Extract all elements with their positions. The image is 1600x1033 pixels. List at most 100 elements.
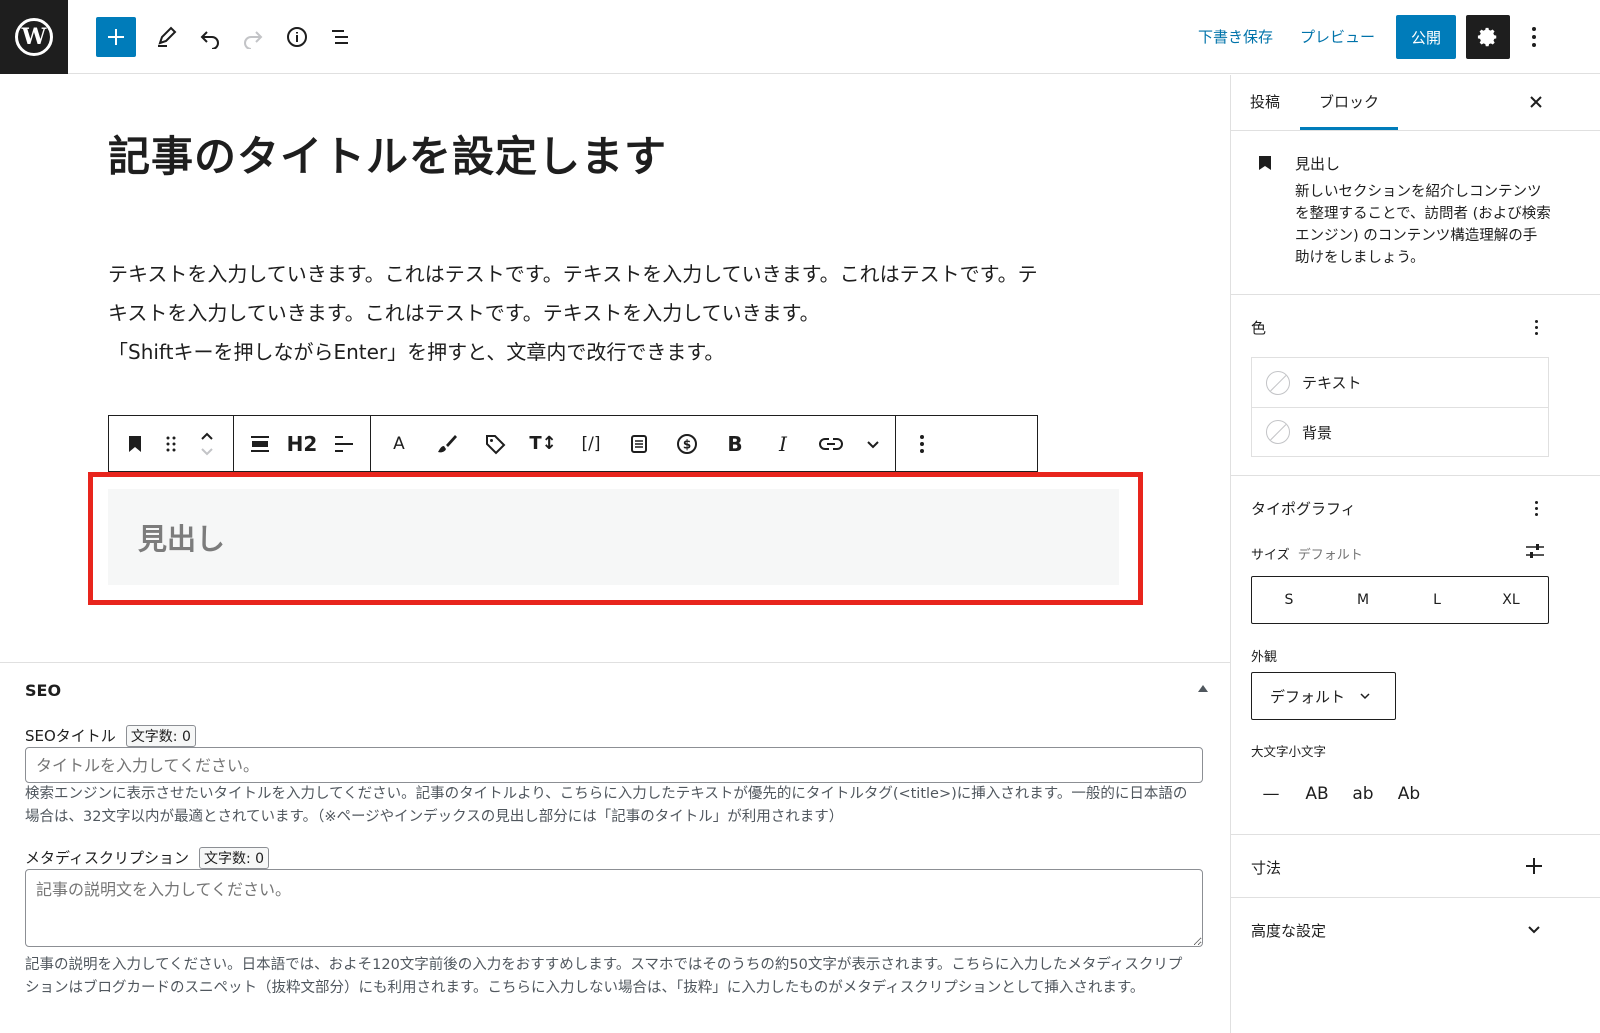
settings-button[interactable]: [1466, 15, 1510, 59]
empty-swatch-icon: [1266, 370, 1290, 395]
heading-block[interactable]: 見出し: [108, 489, 1119, 585]
editor-canvas: 記事のタイトルを設定します テキストを入力していきます。これはテストです。テキス…: [0, 75, 1230, 663]
text-align-button[interactable]: [326, 420, 362, 468]
chevron-down-icon: [867, 440, 879, 448]
chevron-up-down-icon: [201, 432, 213, 455]
redo-button[interactable]: [233, 17, 273, 57]
meta-description-label: メタディスクリプション 文字数: 0: [25, 847, 270, 869]
block-alignment-button[interactable]: [242, 420, 278, 468]
chevron-down-icon: [1528, 926, 1540, 934]
more-formats-button[interactable]: [855, 420, 891, 468]
post-title[interactable]: 記事のタイトルを設定します: [108, 123, 667, 184]
block-inserter-button[interactable]: [96, 17, 136, 57]
typography-panel-title: タイポグラフィ: [1251, 500, 1356, 518]
paragraph-line: テキストを入力していきます。これはテストです。テキストを入力していきます。これは…: [108, 262, 1038, 286]
plus-icon[interactable]: [1525, 857, 1543, 875]
tools-button[interactable]: [146, 17, 186, 57]
case-option-capitalize[interactable]: Ab: [1389, 776, 1429, 812]
meta-description-input[interactable]: [25, 869, 1203, 947]
advanced-panel[interactable]: 高度な設定: [1231, 898, 1600, 962]
paragraph-line: キストを入力していきます。これはテストです。テキストを入力していきます。: [108, 301, 820, 325]
size-option-xl[interactable]: XL: [1474, 577, 1548, 623]
document-icon: [631, 434, 647, 453]
save-draft-button[interactable]: 下書き保存: [1198, 26, 1273, 47]
undo-button[interactable]: [190, 17, 230, 57]
shortcode-button[interactable]: [/]: [567, 420, 615, 468]
font-size-button[interactable]: T↕: [519, 420, 567, 468]
block-type-button[interactable]: [117, 420, 153, 468]
drag-icon: [166, 436, 176, 451]
tab-block[interactable]: ブロック: [1319, 91, 1379, 112]
size-option-m[interactable]: M: [1326, 577, 1400, 623]
color-panel-title: 色: [1251, 319, 1267, 337]
color-item-text[interactable]: テキスト: [1252, 358, 1548, 407]
appearance-label: 外観: [1251, 650, 1278, 665]
block-options-button[interactable]: [904, 420, 940, 468]
seo-title-char-count: 文字数: 0: [125, 725, 196, 747]
undo-icon: [200, 31, 219, 49]
details-button[interactable]: [277, 17, 317, 57]
dollar-circle-icon: $: [677, 433, 697, 454]
typography-panel: タイポグラフィ サイズ デフォルト S M L XL 外観 デフォルト 大文字小…: [1231, 476, 1600, 835]
drag-handle[interactable]: [153, 420, 189, 468]
color-options-button[interactable]: [1531, 317, 1541, 337]
tag-button[interactable]: [471, 420, 519, 468]
italic-button[interactable]: I: [759, 420, 807, 468]
heading-level-button[interactable]: H2: [278, 420, 326, 468]
text-color-button[interactable]: A: [375, 420, 423, 468]
typography-options-button[interactable]: [1531, 498, 1541, 518]
list-view-button[interactable]: [320, 17, 360, 57]
preview-button[interactable]: プレビュー: [1300, 26, 1375, 47]
tab-post[interactable]: 投稿: [1250, 91, 1280, 112]
meta-description-char-count: 文字数: 0: [198, 847, 270, 869]
brush-icon: [438, 434, 457, 452]
appearance-select[interactable]: デフォルト: [1251, 672, 1396, 720]
collapse-arrow-icon[interactable]: [1198, 685, 1208, 692]
publish-button[interactable]: 公開: [1396, 15, 1456, 59]
currency-button[interactable]: $: [663, 420, 711, 468]
redo-icon: [244, 31, 263, 49]
size-label-text: サイズ: [1251, 548, 1290, 563]
case-option-uppercase[interactable]: AB: [1297, 776, 1337, 812]
document-button[interactable]: [615, 420, 663, 468]
color-panel: 色 テキスト 背景: [1231, 295, 1600, 476]
font-size-picker: S M L XL: [1251, 576, 1549, 624]
list-view-icon: [332, 30, 348, 44]
seo-title-label: SEOタイトル 文字数: 0: [25, 725, 196, 747]
bookmark-icon: [129, 435, 141, 452]
size-option-s[interactable]: S: [1252, 577, 1326, 623]
editor-header: W 下書き保存 プレビュー 公開: [0, 0, 1600, 74]
empty-swatch-icon: [1266, 420, 1290, 444]
options-menu-button[interactable]: [1522, 20, 1546, 54]
move-buttons[interactable]: [189, 420, 225, 468]
active-tab-indicator: [1300, 127, 1398, 130]
dimensions-panel[interactable]: 寸法: [1231, 835, 1600, 898]
color-item-background[interactable]: 背景: [1252, 407, 1548, 456]
wordpress-logo-button[interactable]: W: [0, 0, 68, 74]
block-card: 見出し 新しいセクションを紹介しコンテンツを整理することで、訪問者 (および検索…: [1231, 131, 1600, 295]
highlight-button[interactable]: [423, 420, 471, 468]
seo-title-input[interactable]: [25, 747, 1203, 783]
seo-metabox: SEO SEOタイトル文字数: 0 検索エンジンに表示させたいタイトルを入力して…: [0, 662, 1230, 1033]
block-toolbar-group-format: A T↕ [/] $ B I: [371, 416, 896, 471]
settings-sidebar: 投稿 ブロック 見出し 新しいセクションを紹介しコンテンツを整理することで、訪問…: [1230, 75, 1600, 1033]
plus-icon: [108, 29, 124, 45]
case-option-none[interactable]: —: [1251, 776, 1291, 812]
block-toolbar-group-heading: H2: [234, 416, 371, 471]
block-name: 見出し: [1295, 155, 1341, 173]
align-left-icon: [335, 435, 353, 452]
sidebar-tabs: 投稿 ブロック: [1231, 75, 1600, 131]
custom-size-icon[interactable]: [1525, 542, 1545, 560]
paragraph-block[interactable]: テキストを入力していきます。これはテストです。テキストを入力していきます。これは…: [108, 255, 1118, 372]
close-sidebar-button[interactable]: [1523, 89, 1549, 115]
size-option-l[interactable]: L: [1400, 577, 1474, 623]
letter-case-label: 大文字小文字: [1251, 744, 1327, 759]
link-button[interactable]: [807, 420, 855, 468]
font-size-label: サイズ デフォルト: [1251, 544, 1363, 563]
case-option-lowercase[interactable]: ab: [1343, 776, 1383, 812]
letter-case-options: — AB ab Ab: [1251, 776, 1429, 812]
size-value: デフォルト: [1297, 548, 1363, 563]
bold-button[interactable]: B: [711, 420, 759, 468]
color-list: テキスト 背景: [1251, 357, 1549, 457]
info-icon: [287, 27, 307, 47]
